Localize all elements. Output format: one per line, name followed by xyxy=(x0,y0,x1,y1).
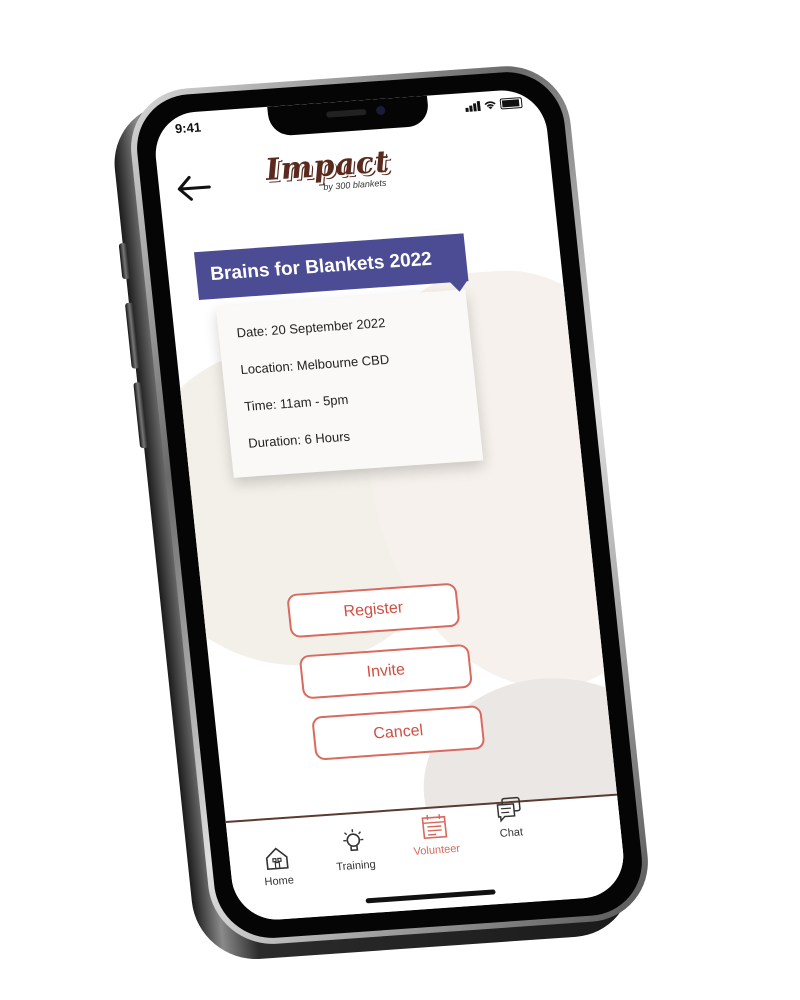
screen: 9:41 Impact by 300 blankets Brains for B… xyxy=(151,87,628,923)
status-bar: 9:41 xyxy=(151,88,545,145)
event-location: Location: Melbourne CBD xyxy=(239,351,390,378)
tab-home[interactable]: Home xyxy=(241,843,315,890)
signal-icon xyxy=(465,100,481,112)
tab-volunteer-label: Volunteer xyxy=(412,842,461,858)
stage: 9:41 Impact by 300 blankets Brains for B… xyxy=(0,0,800,1000)
status-icons xyxy=(465,97,523,112)
tab-volunteer[interactable]: Volunteer xyxy=(398,810,472,859)
bezel: 9:41 Impact by 300 blankets Brains for B… xyxy=(131,68,648,942)
chat-icon xyxy=(496,796,521,823)
phone: 9:41 Impact by 300 blankets Brains for B… xyxy=(108,62,655,964)
banner-tail xyxy=(448,279,470,293)
calendar-icon xyxy=(421,814,448,840)
tab-home-label: Home xyxy=(263,874,295,889)
lightbulb-icon xyxy=(343,829,364,852)
tab-training[interactable]: Training xyxy=(317,826,391,875)
event-details-card: Date: 20 September 2022 Location: Melbou… xyxy=(215,289,484,478)
battery-icon xyxy=(499,97,523,110)
phone-frame: 9:41 Impact by 300 blankets Brains for B… xyxy=(124,62,655,949)
event-duration: Duration: 6 Hours xyxy=(247,428,351,451)
tab-chat[interactable]: Chat xyxy=(473,793,547,842)
tab-chat-label: Chat xyxy=(499,826,524,840)
status-time: 9:41 xyxy=(174,119,202,137)
tab-bar: Home Training Volunteer Chat xyxy=(225,793,628,923)
wifi-icon xyxy=(484,100,496,109)
event-time: Time: 11am - 5pm xyxy=(243,391,350,414)
app-logo: Impact by 300 blankets xyxy=(256,144,402,217)
tab-training-label: Training xyxy=(335,858,377,874)
event-date: Date: 20 September 2022 xyxy=(235,315,387,341)
home-icon xyxy=(265,847,289,871)
back-arrow-icon[interactable] xyxy=(174,173,213,203)
